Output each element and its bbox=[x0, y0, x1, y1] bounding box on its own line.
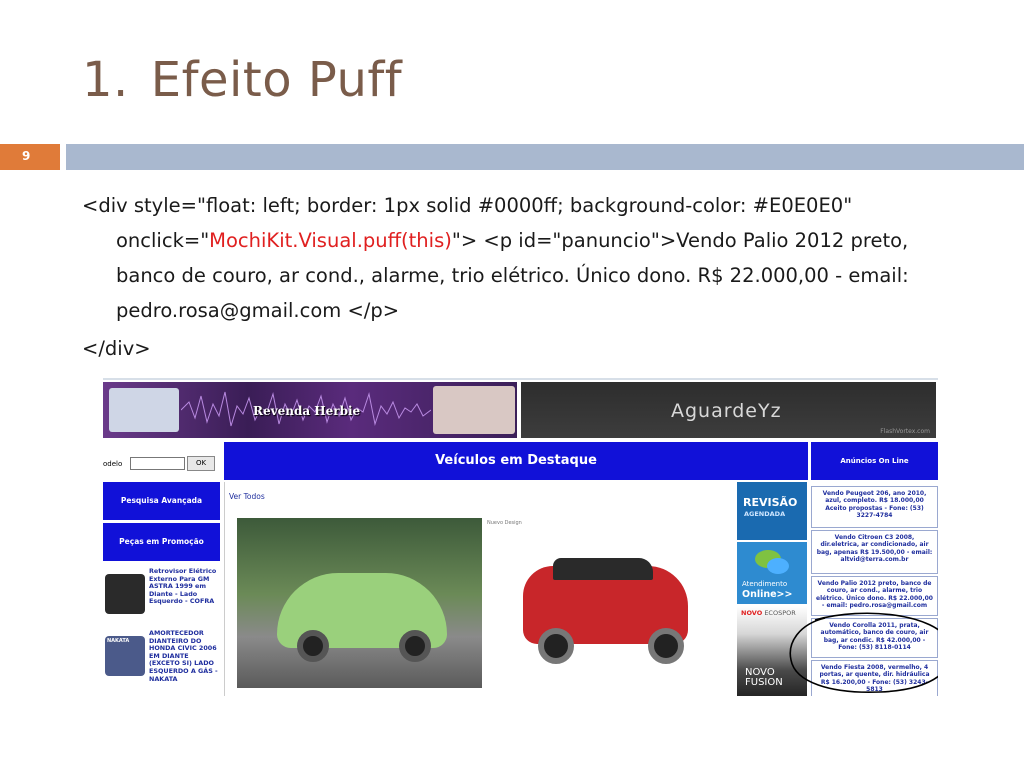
ad-revisao-agendada[interactable]: REVISÃO AGENDADA bbox=[737, 482, 807, 540]
advanced-search-button[interactable]: Pesquisa Avançada bbox=[103, 482, 220, 520]
promo-item-text[interactable]: AMORTECEDOR DIANTEIRO DO HONDA CIVIC 200… bbox=[149, 629, 221, 683]
slide-title-text: Efeito Puff bbox=[150, 52, 403, 108]
see-all-link[interactable]: Ver Todos bbox=[229, 492, 265, 501]
code-closing-tag: </div> bbox=[82, 337, 151, 360]
slide-title-number: 1. bbox=[82, 52, 129, 108]
car-window-shape bbox=[553, 558, 653, 580]
mirror-product-image bbox=[105, 574, 145, 614]
online-ad-item[interactable]: Vendo Peugeot 206, ano 2010, azul, compl… bbox=[811, 486, 938, 528]
chat-bubble-icon bbox=[767, 558, 789, 574]
banner-aguarde[interactable]: AguardeYz FlashVortex.com bbox=[521, 382, 936, 438]
ad-fusion-text: NOVO FUSION bbox=[745, 668, 783, 688]
model-input[interactable] bbox=[130, 457, 185, 470]
ok-button[interactable]: OK bbox=[187, 456, 215, 471]
banner-car-image-right bbox=[433, 386, 515, 434]
slide-title: 1. Efeito Puff bbox=[82, 52, 402, 108]
model-search: odelo OK bbox=[103, 442, 219, 478]
ad-atendimento-online[interactable]: Atendimento Online>> bbox=[737, 542, 807, 604]
promo-item[interactable]: NAKATA AMORTECEDOR DIANTEIRO DO HONDA CI… bbox=[103, 628, 220, 686]
code-snippet: <div style="float: left; border: 1px sol… bbox=[82, 188, 962, 328]
car-wheel bbox=[399, 630, 431, 662]
banner-car-image-left bbox=[109, 388, 179, 432]
featured-car-image-suv[interactable]: Nuevo Design bbox=[483, 518, 725, 688]
slide-number: 9 bbox=[22, 149, 31, 163]
ad-revisao-subtitle: AGENDADA bbox=[744, 510, 786, 518]
featured-vehicles: Ver Todos Nuevo Design bbox=[224, 482, 736, 696]
banner-title: Revenda Herbie bbox=[253, 404, 361, 418]
website-screenshot: Revenda Herbie AguardeYz FlashVortex.com… bbox=[103, 378, 938, 696]
promo-item-text[interactable]: Retrovisor Elétrico Externo Para GM ASTR… bbox=[149, 567, 221, 606]
online-ad-item[interactable]: Vendo Citroen C3 2008, dir.eletrica, ar … bbox=[811, 530, 938, 574]
promo-parts-button[interactable]: Peças em Promoção bbox=[103, 523, 220, 561]
online-ads-header: Anúncios On Line bbox=[811, 442, 938, 480]
ad-atendimento-title: Atendimento bbox=[742, 580, 788, 588]
hand-drawn-circle-annotation bbox=[789, 612, 938, 694]
nakata-logo: NAKATA bbox=[107, 638, 130, 644]
code-highlight: MochiKit.Visual.puff(this) bbox=[209, 229, 452, 252]
promo-item[interactable]: Retrovisor Elétrico Externo Para GM ASTR… bbox=[103, 566, 220, 624]
car-wheel bbox=[297, 630, 329, 662]
model-label: odelo bbox=[103, 460, 123, 468]
ad-fusion-line2: FUSION bbox=[745, 677, 783, 688]
online-ad-item[interactable]: Vendo Palio 2012 preto, banco de couro, … bbox=[811, 576, 938, 616]
code-paragraph: <div style="float: left; border: 1px sol… bbox=[82, 188, 962, 328]
banner-aguarde-text: AguardeYz bbox=[671, 400, 782, 422]
featured-header: Veículos em Destaque bbox=[224, 442, 808, 480]
flashvortex-credit: FlashVortex.com bbox=[880, 428, 930, 435]
featured-car-image-beetle[interactable] bbox=[237, 518, 482, 688]
banner-revenda-herbie[interactable]: Revenda Herbie bbox=[103, 382, 517, 438]
featured-title: Veículos em Destaque bbox=[435, 453, 597, 468]
car-wheel bbox=[648, 628, 684, 664]
ad-ecosport-prefix: NOVO bbox=[741, 609, 763, 617]
header-bar bbox=[66, 144, 1024, 170]
ad-revisao-title: REVISÃO bbox=[743, 496, 798, 509]
car-image-caption: Nuevo Design bbox=[487, 520, 522, 526]
ad-atendimento-subtitle: Online>> bbox=[742, 589, 793, 600]
car-wheel bbox=[538, 628, 574, 664]
shock-absorber-product-image: NAKATA bbox=[105, 636, 145, 676]
